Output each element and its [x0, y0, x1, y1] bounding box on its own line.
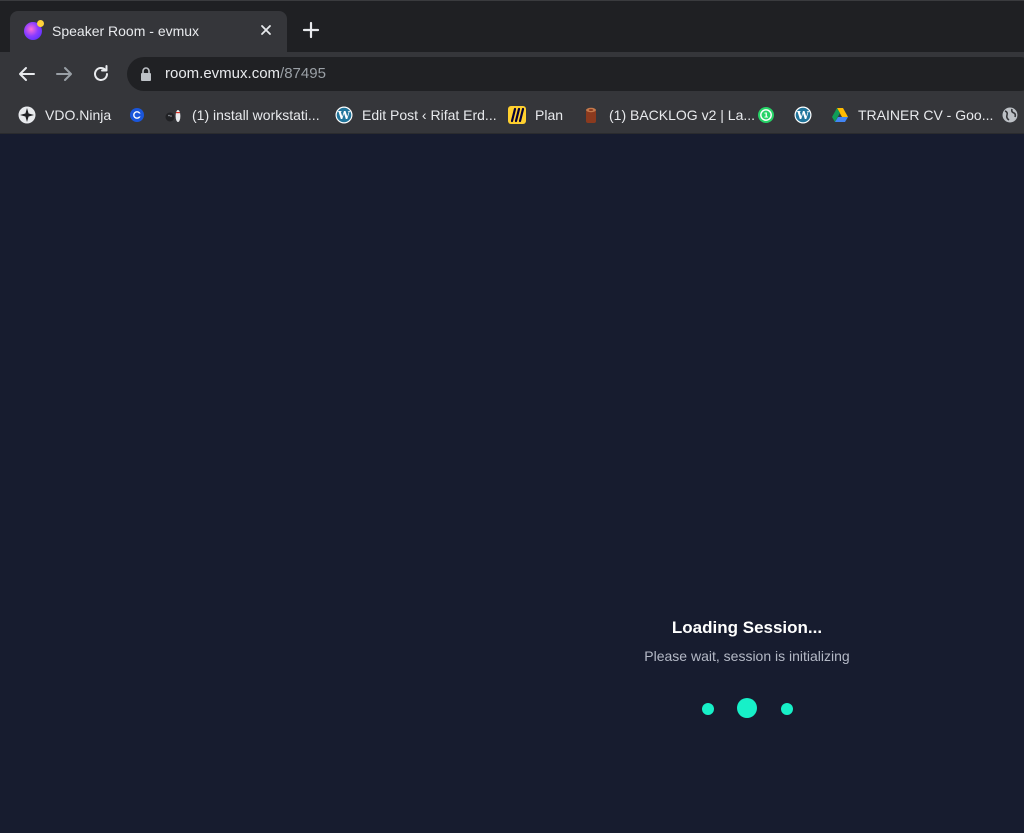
bookmark-blue-c[interactable] — [128, 104, 146, 126]
page-content: Loading Session... Please wait, session … — [0, 134, 1024, 833]
loading-dot — [737, 698, 757, 718]
lock-icon[interactable] — [140, 67, 152, 81]
bookmark-trainer-cv[interactable]: TRAINER CV - Goo... — [831, 104, 993, 126]
svg-text:1: 1 — [764, 112, 769, 120]
trello-log-icon — [582, 106, 600, 124]
bookmark-wordpress[interactable]: W — [794, 104, 812, 126]
reload-button[interactable] — [89, 62, 113, 86]
loading-dot — [781, 703, 793, 715]
bookmark-install-workstation[interactable]: (1) install workstati... — [165, 104, 320, 126]
evmux-favicon-icon — [24, 20, 44, 40]
loading-title: Loading Session... — [671, 618, 823, 637]
bookmark-label: Edit Post ‹ Rifat Erd... — [362, 107, 497, 123]
wordpress-icon: W — [794, 106, 812, 124]
miro-icon — [508, 106, 526, 124]
bookmark-backlog[interactable]: (1) BACKLOG v2 | La... — [582, 104, 755, 126]
loading-subtitle: Please wait, session is initializing — [644, 648, 850, 664]
browser-window: Speaker Room - evmux room.evmux.com/8749… — [0, 0, 1024, 833]
bookmarks-bar: VDO.Ninja (1) install workstati... W Edi… — [0, 96, 1024, 134]
svg-text:W: W — [337, 109, 351, 122]
globe-icon — [1001, 106, 1019, 124]
loading-dot — [702, 703, 714, 715]
arrow-left-icon — [19, 67, 35, 81]
new-tab-button[interactable] — [301, 20, 321, 40]
bowling-icon — [165, 106, 183, 124]
tab-title: Speaker Room - evmux — [52, 23, 200, 39]
google-drive-icon — [831, 106, 849, 124]
address-bar[interactable]: room.evmux.com/87495 — [127, 57, 1024, 91]
bookmark-whatsapp[interactable]: 1 — [757, 104, 775, 126]
wordpress-icon: W — [335, 106, 353, 124]
tab-strip: Speaker Room - evmux — [0, 0, 1024, 53]
tab-speaker-room[interactable]: Speaker Room - evmux — [10, 11, 287, 53]
url-host: room.evmux.com — [165, 65, 281, 82]
plus-icon — [302, 21, 320, 39]
svg-text:W: W — [796, 109, 810, 122]
bookmark-globe[interactable] — [1001, 104, 1019, 126]
bookmark-label: Plan — [535, 107, 564, 123]
back-button[interactable] — [15, 62, 39, 86]
bookmark-plan[interactable]: Plan — [508, 104, 563, 126]
browser-toolbar: room.evmux.com/87495 — [0, 52, 1024, 96]
url-text: room.evmux.com/87495 — [165, 65, 326, 82]
vdo-ninja-icon — [18, 106, 36, 124]
forward-button[interactable] — [52, 62, 76, 86]
whatsapp-icon: 1 — [757, 106, 775, 124]
url-path: /87495 — [280, 65, 326, 82]
reload-icon — [94, 65, 108, 81]
bookmark-label: TRAINER CV - Goo... — [858, 107, 994, 123]
arrow-right-icon — [56, 67, 72, 81]
bookmark-label: (1) BACKLOG v2 | La... — [609, 107, 756, 123]
bookmark-edit-post[interactable]: W Edit Post ‹ Rifat Erd... — [335, 104, 497, 126]
bookmark-label: VDO.Ninja — [45, 107, 112, 123]
blue-circle-c-icon — [128, 106, 146, 124]
bookmark-vdo-ninja[interactable]: VDO.Ninja — [18, 104, 111, 126]
close-icon[interactable] — [257, 21, 275, 39]
bookmark-label: (1) install workstati... — [192, 107, 320, 123]
